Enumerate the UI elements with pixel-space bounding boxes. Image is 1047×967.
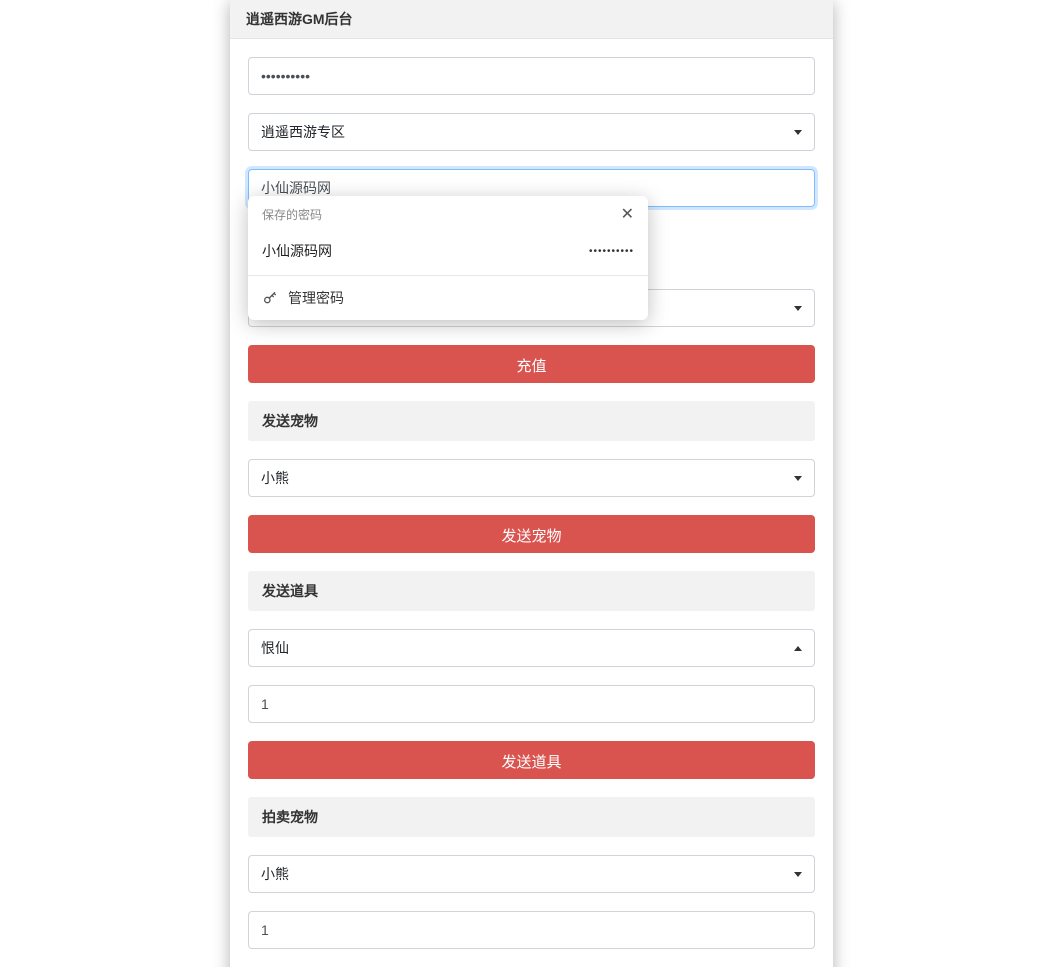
section-title-send-pet: 发送宠物 <box>248 401 815 441</box>
caret-down-icon <box>794 130 802 135</box>
send-item-button[interactable]: 发送道具 <box>248 741 815 779</box>
send-item-qty-input[interactable] <box>248 685 815 723</box>
manage-passwords[interactable]: 管理密码 <box>248 276 648 320</box>
zone-select[interactable]: 逍遥西游专区 <box>248 113 815 151</box>
key-icon <box>262 290 278 306</box>
section-title-auction-pet: 拍卖宠物 <box>248 797 815 837</box>
saved-password-popup: 保存的密码 ✕ 小仙源码网 •••••••••• 管理密码 <box>248 196 648 320</box>
panel-title: 逍遥西游GM后台 <box>230 0 833 39</box>
recharge-button[interactable]: 充值 <box>248 345 815 383</box>
admin-panel: 逍遥西游GM后台 逍遥西游专区 3000元宝首充礼包 <box>230 0 833 967</box>
saved-password-entry[interactable]: 小仙源码网 •••••••••• <box>248 231 648 275</box>
section-title-send-item: 发送道具 <box>248 571 815 611</box>
auction-pet-qty-input[interactable] <box>248 911 815 949</box>
zone-select-value: 逍遥西游专区 <box>261 122 345 142</box>
saved-password-user: 小仙源码网 <box>262 241 332 261</box>
caret-up-icon <box>794 646 802 651</box>
send-pet-button[interactable]: 发送宠物 <box>248 515 815 553</box>
auction-pet-select[interactable]: 小熊 <box>248 855 815 893</box>
send-pet-select-value: 小熊 <box>261 468 289 488</box>
close-icon[interactable]: ✕ <box>621 207 634 223</box>
popup-title: 保存的密码 <box>262 206 322 223</box>
saved-password-mask: •••••••••• <box>589 246 634 257</box>
send-item-select-value: 恨仙 <box>261 638 289 658</box>
caret-down-icon <box>794 476 802 481</box>
caret-down-icon <box>794 872 802 877</box>
send-pet-select[interactable]: 小熊 <box>248 459 815 497</box>
caret-down-icon <box>794 306 802 311</box>
auction-pet-select-value: 小熊 <box>261 864 289 884</box>
manage-passwords-label: 管理密码 <box>288 288 344 308</box>
send-item-select[interactable]: 恨仙 <box>248 629 815 667</box>
password-input[interactable] <box>248 57 815 95</box>
